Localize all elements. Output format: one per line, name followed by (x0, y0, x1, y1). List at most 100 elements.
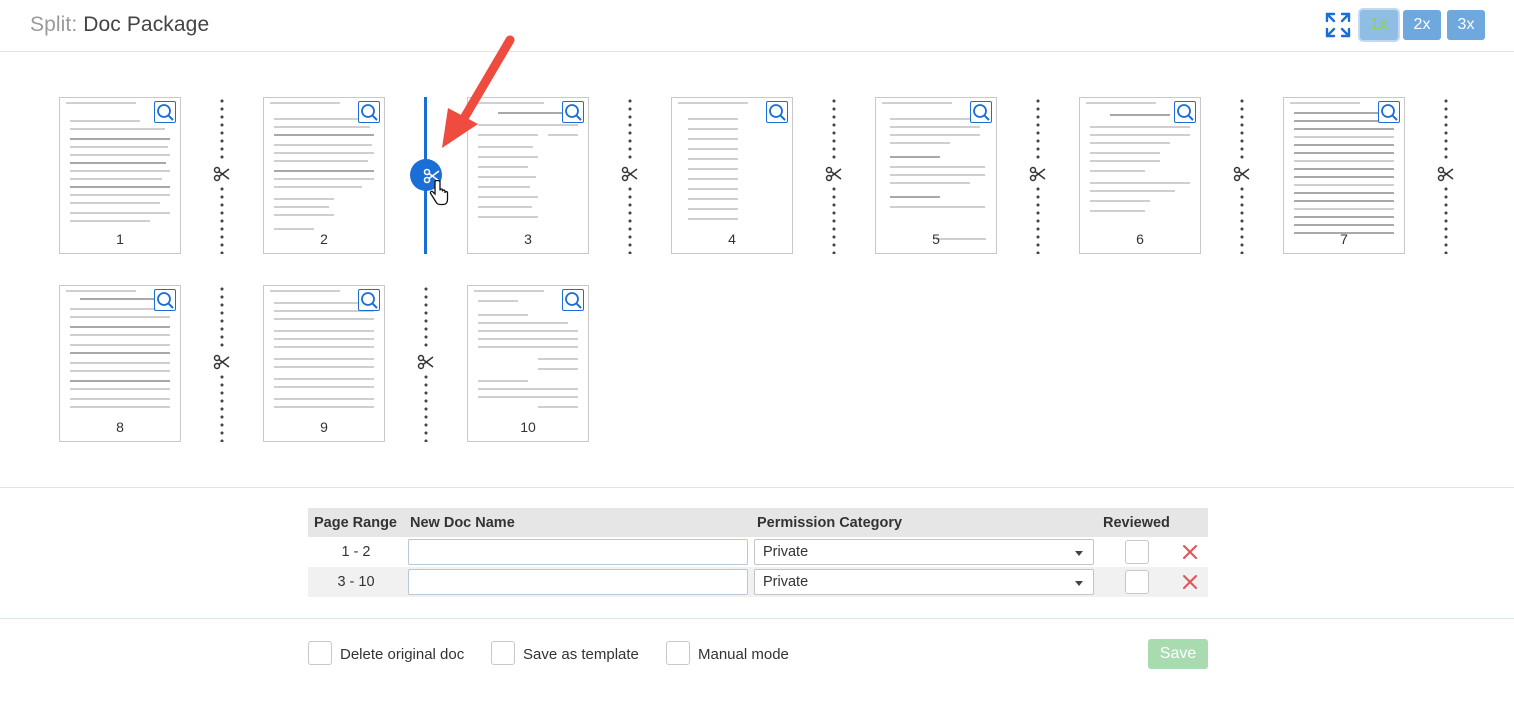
page-thumbnail[interactable]: 5 (875, 97, 997, 254)
text-line (274, 406, 374, 408)
page-zoom-button[interactable] (154, 289, 176, 311)
zoom-2x-button[interactable]: 2x (1403, 10, 1441, 40)
text-line (890, 206, 985, 208)
manual-mode-checkbox[interactable] (666, 641, 690, 665)
scissors-icon (213, 354, 230, 370)
text-line (538, 406, 578, 408)
text-line (274, 386, 374, 388)
save-template-checkbox[interactable] (491, 641, 515, 665)
page-thumbnail[interactable]: 6 (1079, 97, 1201, 254)
reviewed-checkbox[interactable] (1125, 540, 1149, 564)
save-template-option: Save as template (491, 641, 651, 667)
header-bar: Split: Doc Package 1x 2x 3x (0, 0, 1514, 52)
split-divider[interactable] (620, 97, 640, 254)
text-line (478, 338, 578, 340)
permission-category-select[interactable]: Private (754, 569, 1094, 595)
text-line (1294, 144, 1394, 146)
page-zoom-button[interactable] (358, 289, 380, 311)
page-number: 9 (320, 419, 328, 435)
text-line (478, 330, 578, 332)
page-zoom-button[interactable] (154, 101, 176, 123)
page-thumbnail[interactable]: 7 (1283, 97, 1405, 254)
zoom-1x-button[interactable]: 1x (1360, 10, 1398, 40)
page-zoom-button[interactable] (1174, 101, 1196, 123)
column-header-page-range: Page Range (314, 515, 397, 531)
text-line (478, 186, 530, 188)
column-header-permission-category: Permission Category (757, 515, 903, 531)
text-line (890, 118, 980, 120)
page-zoom-button[interactable] (562, 289, 584, 311)
text-line (274, 398, 374, 400)
save-button[interactable]: Save (1148, 639, 1208, 669)
hand-cursor-icon (429, 180, 449, 206)
text-line (70, 128, 165, 130)
text-line (70, 178, 162, 180)
permission-category-select[interactable]: Private (754, 539, 1094, 565)
magnifier-icon (1177, 104, 1194, 121)
reviewed-checkbox[interactable] (1125, 570, 1149, 594)
page-zoom-button[interactable] (1378, 101, 1400, 123)
text-line (1110, 114, 1170, 116)
text-line (70, 326, 170, 328)
text-line (478, 380, 528, 382)
close-x-icon[interactable] (1182, 544, 1198, 560)
page-thumbnail[interactable]: 10 (467, 285, 589, 442)
text-line (688, 148, 738, 150)
split-divider[interactable] (824, 97, 844, 254)
magnifier-icon (565, 104, 582, 121)
split-divider[interactable] (1028, 97, 1048, 254)
text-line (1294, 152, 1394, 154)
manual-mode-option: Manual mode (666, 641, 801, 667)
text-line (70, 398, 170, 400)
page-number: 5 (932, 231, 940, 247)
text-line (70, 120, 140, 122)
split-divider[interactable] (1232, 97, 1252, 254)
text-line (274, 152, 374, 154)
magnifier-icon (565, 292, 582, 309)
text-line (70, 220, 150, 222)
text-line (478, 176, 536, 178)
zoom-3x-button[interactable]: 3x (1447, 10, 1485, 40)
new-doc-name-input[interactable] (408, 539, 748, 565)
page-zoom-button[interactable] (358, 101, 380, 123)
text-line (890, 182, 970, 184)
text-line (70, 388, 170, 390)
split-divider[interactable] (416, 285, 436, 442)
scissors-icon (825, 166, 842, 182)
column-header-new-doc-name: New Doc Name (410, 515, 515, 531)
text-line (1294, 208, 1394, 210)
caret-down-icon (1075, 551, 1083, 556)
page-number: 6 (1136, 231, 1144, 247)
text-line (478, 300, 518, 302)
expand-button[interactable] (1324, 11, 1352, 39)
page-zoom-button[interactable] (766, 101, 788, 123)
text-line (274, 206, 329, 208)
magnifier-icon (361, 292, 378, 309)
text-line (688, 178, 738, 180)
new-doc-name-input[interactable] (408, 569, 748, 595)
split-divider[interactable] (212, 285, 232, 442)
title-prefix: Split: (30, 13, 78, 36)
page-thumbnail[interactable]: 1 (59, 97, 181, 254)
text-line (80, 298, 160, 300)
page-number: 3 (524, 231, 532, 247)
page-thumbnail[interactable]: 8 (59, 285, 181, 442)
text-line (1294, 128, 1394, 130)
text-line (274, 186, 362, 188)
text-line (1090, 152, 1160, 154)
table-row: 1 - 2 Private (308, 537, 1208, 567)
split-divider[interactable] (1436, 97, 1456, 254)
page-header-line (1086, 102, 1156, 104)
table-row: 3 - 10 Private (308, 567, 1208, 597)
page-thumbnail[interactable]: 4 (671, 97, 793, 254)
delete-original-checkbox[interactable] (308, 641, 332, 665)
text-line (1090, 126, 1190, 128)
page-zoom-button[interactable] (970, 101, 992, 123)
close-x-icon[interactable] (1182, 574, 1198, 590)
page-zoom-button[interactable] (562, 101, 584, 123)
page-thumbnail[interactable]: 9 (263, 285, 385, 442)
page-number: 10 (520, 419, 536, 435)
page-thumbnail[interactable]: 2 (263, 97, 385, 254)
split-divider[interactable] (212, 97, 232, 254)
text-line (478, 396, 578, 398)
